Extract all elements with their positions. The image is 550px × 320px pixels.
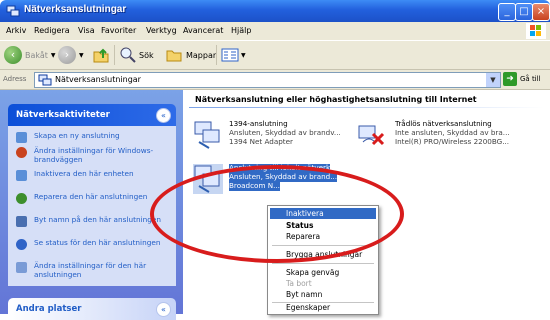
disable-device-icon bbox=[16, 170, 27, 181]
menu-verktyg[interactable]: Verktyg bbox=[146, 26, 177, 35]
menu-item-create-shortcut[interactable]: Skapa genväg bbox=[270, 267, 376, 278]
address-bar: Adress Nätverksanslutningar ▼ ➜ Gå till bbox=[0, 70, 550, 90]
new-connection-icon bbox=[16, 132, 27, 143]
search-icon bbox=[120, 47, 136, 63]
toolbar-separator bbox=[114, 45, 115, 65]
network-tasks-panel: Skapa en ny anslutning Ändra inställning… bbox=[8, 126, 176, 286]
menu-arkiv[interactable]: Arkiv bbox=[6, 26, 26, 35]
other-places-header[interactable]: Andra platser « bbox=[8, 298, 176, 320]
network-connections-icon bbox=[6, 5, 20, 17]
menu-separator bbox=[272, 263, 374, 264]
back-arrow-icon: ‹ bbox=[4, 46, 22, 64]
network-connections-icon bbox=[38, 74, 52, 86]
network-adapter-icon bbox=[193, 164, 223, 194]
menu-hjalp[interactable]: Hjälp bbox=[231, 26, 251, 35]
network-tasks-header[interactable]: Nätverksaktiviteter « bbox=[8, 104, 176, 126]
forward-arrow-icon: › bbox=[58, 46, 76, 64]
network-adapter-icon bbox=[194, 121, 220, 149]
up-folder-button[interactable] bbox=[92, 45, 110, 65]
menu-item-repair[interactable]: Reparera bbox=[270, 231, 376, 242]
views-icon bbox=[221, 48, 239, 62]
menu-redigera[interactable]: Redigera bbox=[34, 26, 70, 35]
menu-item-disable[interactable]: Inaktivera bbox=[270, 208, 376, 219]
minimize-button[interactable]: _ bbox=[498, 3, 516, 21]
toolbar-separator bbox=[216, 45, 217, 65]
back-button[interactable]: ‹ Bakåt ▼ bbox=[4, 45, 56, 65]
menu-visa[interactable]: Visa bbox=[78, 26, 95, 35]
folders-button[interactable]: Mappar bbox=[165, 45, 216, 65]
network-tasks-title: Nätverksaktiviteter bbox=[16, 110, 110, 120]
repair-icon bbox=[16, 193, 27, 204]
context-menu: Inaktivera Status Reparera Brygga anslut… bbox=[267, 205, 379, 315]
address-dropdown-icon[interactable]: ▼ bbox=[486, 73, 500, 87]
menu-item-bridge[interactable]: Brygga anslutningar bbox=[270, 249, 376, 260]
address-field[interactable]: Nätverksanslutningar ▼ bbox=[34, 72, 501, 88]
toolbar: ‹ Bakåt ▼ › ▼ Sök Mappar ▼ bbox=[0, 41, 550, 70]
folder-icon bbox=[166, 50, 182, 62]
go-arrow-icon[interactable]: ➜ bbox=[503, 72, 517, 86]
menu-item-properties[interactable]: Egenskaper bbox=[270, 303, 376, 313]
status-icon bbox=[16, 239, 27, 250]
menu-item-rename[interactable]: Byt namn bbox=[270, 289, 376, 300]
window-title: Nätverksanslutningar bbox=[24, 4, 127, 15]
chevron-down-icon[interactable]: ▼ bbox=[79, 52, 84, 59]
chevron-down-icon[interactable]: ▼ bbox=[51, 52, 56, 59]
close-button[interactable]: × bbox=[532, 3, 550, 21]
rename-icon bbox=[16, 216, 27, 227]
go-button-label[interactable]: Gå till bbox=[520, 75, 541, 83]
connection-device: 1394 Net Adapter bbox=[229, 137, 293, 146]
address-value: Nätverksanslutningar bbox=[55, 75, 141, 84]
group-title: Nätverksanslutning eller höghastighetsan… bbox=[195, 95, 477, 104]
chevron-down-icon: ▼ bbox=[241, 51, 246, 59]
menu-separator bbox=[272, 245, 374, 246]
wireless-disconnected-icon bbox=[358, 125, 385, 146]
settings-icon bbox=[16, 262, 27, 273]
forward-button[interactable]: › ▼ bbox=[58, 45, 84, 65]
folder-up-icon bbox=[93, 48, 109, 63]
menu-item-status[interactable]: Status bbox=[270, 220, 376, 231]
connection-device: Intel(R) PRO/Wireless 2200BG... bbox=[395, 137, 510, 146]
collapse-chevron-icon[interactable]: « bbox=[156, 302, 171, 317]
title-bar: Nätverksanslutningar _ □ × bbox=[0, 0, 550, 22]
connection-device: Broadcom N... bbox=[229, 181, 280, 191]
menu-avancerat[interactable]: Avancerat bbox=[183, 26, 223, 35]
collapse-chevron-icon[interactable]: « bbox=[156, 108, 171, 123]
address-label: Adress bbox=[3, 75, 27, 83]
search-button[interactable]: Sök bbox=[119, 45, 154, 65]
firewall-icon bbox=[16, 147, 27, 158]
windows-logo-icon bbox=[526, 23, 546, 39]
task-pane: Nätverksaktiviteter « Skapa en ny anslut… bbox=[0, 90, 183, 320]
other-places-title: Andra platser bbox=[16, 304, 82, 314]
menu-favoriter[interactable]: Favoriter bbox=[101, 26, 136, 35]
views-button[interactable]: ▼ bbox=[221, 45, 246, 65]
menu-item-delete: Ta bort bbox=[286, 279, 312, 288]
menu-bar: Arkiv Redigera Visa Favoriter Verktyg Av… bbox=[0, 22, 550, 41]
maximize-button[interactable]: □ bbox=[515, 3, 533, 21]
group-divider bbox=[189, 107, 544, 108]
